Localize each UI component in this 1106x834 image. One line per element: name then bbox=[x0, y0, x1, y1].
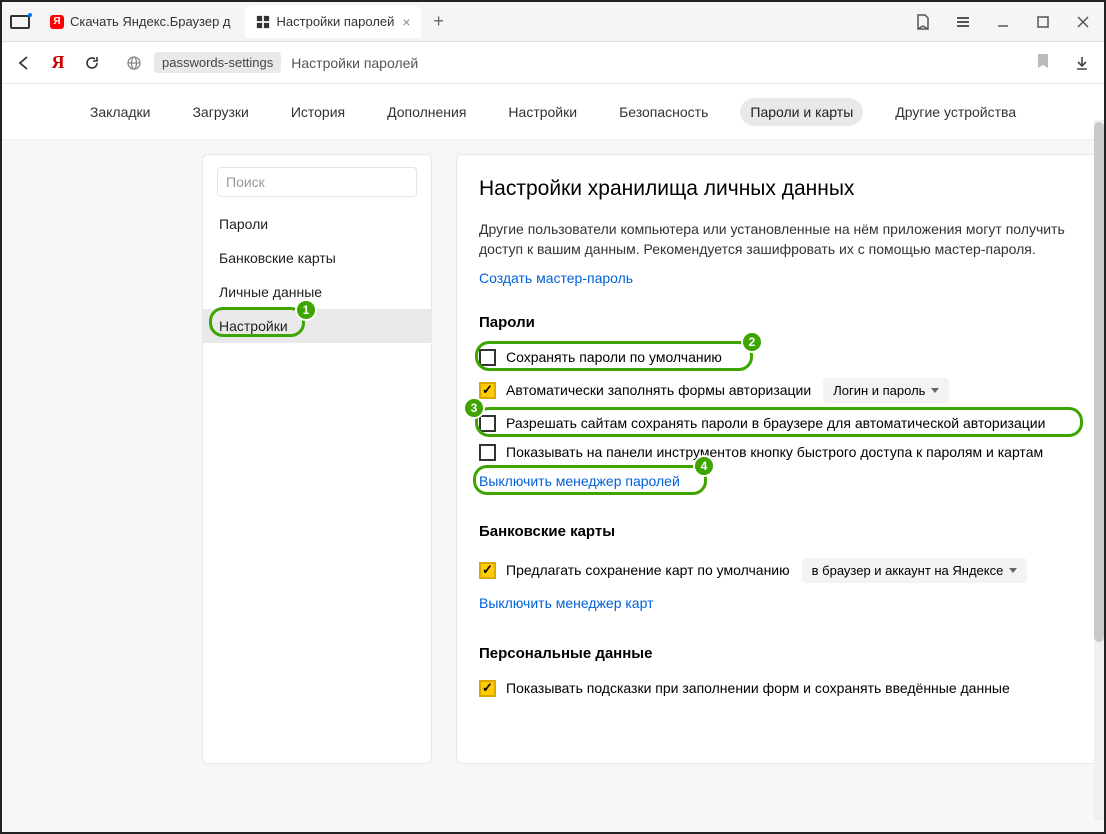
disable-card-manager-link[interactable]: Выключить менеджер карт bbox=[479, 595, 653, 611]
new-tab-button[interactable]: + bbox=[425, 8, 453, 36]
row-show-toolbar: Показывать на панели инструментов кнопку… bbox=[479, 438, 1081, 467]
annotation-badge-3: 3 bbox=[463, 397, 485, 419]
tab-title: Скачать Яндекс.Браузер д bbox=[70, 14, 231, 29]
main-panel: Настройки хранилища личных данных Другие… bbox=[456, 154, 1104, 764]
settings-sidebar: Поиск Пароли Банковские карты Личные дан… bbox=[202, 154, 432, 764]
checkbox-save-default[interactable] bbox=[479, 349, 496, 366]
globe-icon bbox=[124, 53, 144, 73]
menu-icon[interactable] bbox=[950, 9, 976, 35]
url-title: Настройки паролей bbox=[291, 55, 418, 71]
tab-title: Настройки паролей bbox=[277, 14, 395, 29]
row-allow-sites: Разрешать сайтам сохранять пароли в брау… bbox=[479, 409, 1081, 438]
page-title: Настройки хранилища личных данных bbox=[479, 177, 1081, 201]
bookmarks-icon[interactable] bbox=[910, 9, 936, 35]
row-autofill: Автоматически заполнять формы авторизаци… bbox=[479, 372, 1081, 409]
body-area: Закладки Загрузки История Дополнения Нас… bbox=[2, 84, 1104, 832]
back-button[interactable] bbox=[14, 53, 34, 73]
sidebar-item-personal[interactable]: Личные данные bbox=[203, 275, 431, 309]
settings-tab-icon bbox=[255, 14, 271, 30]
url-chip: passwords-settings bbox=[154, 52, 281, 73]
topnav-history[interactable]: История bbox=[281, 98, 355, 126]
close-icon[interactable]: × bbox=[402, 14, 410, 30]
disable-password-manager-link[interactable]: Выключить менеджер паролей bbox=[479, 473, 680, 489]
tab-2-active[interactable]: Настройки паролей × bbox=[245, 6, 421, 38]
label-allow-sites: Разрешать сайтам сохранять пароли в брау… bbox=[506, 415, 1045, 431]
sidebar-toggle-icon[interactable] bbox=[10, 15, 30, 29]
row-disable-cards: Выключить менеджер карт bbox=[479, 589, 1081, 617]
row-show-hints: Показывать подсказки при заполнении форм… bbox=[479, 674, 1081, 703]
topnav-settings[interactable]: Настройки bbox=[498, 98, 587, 126]
checkbox-offer-save-cards[interactable] bbox=[479, 562, 496, 579]
section-cards-title: Банковские карты bbox=[479, 523, 1081, 540]
sidebar-item-passwords[interactable]: Пароли bbox=[203, 207, 431, 241]
topnav-addons[interactable]: Дополнения bbox=[377, 98, 476, 126]
close-button[interactable] bbox=[1070, 9, 1096, 35]
scrollbar[interactable] bbox=[1094, 140, 1104, 820]
topnav-passwords-cards[interactable]: Пароли и карты bbox=[740, 98, 863, 126]
content: Поиск Пароли Банковские карты Личные дан… bbox=[2, 140, 1104, 832]
annotation-badge-4: 4 bbox=[693, 455, 715, 477]
create-master-password-link[interactable]: Создать мастер-пароль bbox=[479, 270, 633, 286]
sidebar-search[interactable]: Поиск bbox=[217, 167, 417, 197]
sidebar-item-label: Настройки bbox=[219, 318, 288, 334]
checkbox-autofill[interactable] bbox=[479, 382, 496, 399]
label-show-hints: Показывать подсказки при заполнении форм… bbox=[506, 680, 1010, 696]
url-box[interactable]: passwords-settings Настройки паролей bbox=[116, 48, 1058, 78]
address-bar: Я passwords-settings Настройки паролей bbox=[2, 42, 1104, 84]
sidebar-item-settings[interactable]: Настройки 1 bbox=[203, 309, 431, 343]
topnav-security[interactable]: Безопасность bbox=[609, 98, 718, 126]
minimize-button[interactable] bbox=[990, 9, 1016, 35]
yandex-home-icon[interactable]: Я bbox=[48, 53, 68, 73]
row-disable-pm: Выключить менеджер паролей 4 bbox=[479, 467, 1081, 495]
label-show-toolbar: Показывать на панели инструментов кнопку… bbox=[506, 444, 1043, 460]
select-card-save-target[interactable]: в браузер и аккаунт на Яндексе bbox=[802, 558, 1028, 583]
top-nav: Закладки Загрузки История Дополнения Нас… bbox=[2, 84, 1104, 140]
label-save-default: Сохранять пароли по умолчанию bbox=[506, 349, 722, 365]
window-controls bbox=[910, 9, 1096, 35]
row-offer-save-cards: Предлагать сохранение карт по умолчанию … bbox=[479, 552, 1081, 589]
yandex-icon: Я bbox=[50, 15, 64, 29]
label-offer-save-cards: Предлагать сохранение карт по умолчанию bbox=[506, 562, 790, 578]
titlebar: Я Скачать Яндекс.Браузер д Настройки пар… bbox=[2, 2, 1104, 42]
topnav-bookmarks[interactable]: Закладки bbox=[80, 98, 161, 126]
checkbox-show-hints[interactable] bbox=[479, 680, 496, 697]
annotation-badge-2: 2 bbox=[741, 331, 763, 353]
annotation-badge-1: 1 bbox=[295, 299, 317, 321]
scroll-thumb[interactable] bbox=[1094, 140, 1104, 642]
row-save-default: Сохранять пароли по умолчанию 2 bbox=[479, 343, 1081, 372]
page-description: Другие пользователи компьютера или устан… bbox=[479, 219, 1081, 260]
checkbox-show-toolbar[interactable] bbox=[479, 444, 496, 461]
sidebar-item-cards[interactable]: Банковские карты bbox=[203, 241, 431, 275]
select-autofill-mode[interactable]: Логин и пароль bbox=[823, 378, 949, 403]
maximize-button[interactable] bbox=[1030, 9, 1056, 35]
tab-1[interactable]: Я Скачать Яндекс.Браузер д bbox=[40, 6, 241, 38]
checkbox-allow-sites[interactable] bbox=[479, 415, 496, 432]
topnav-downloads[interactable]: Загрузки bbox=[182, 98, 258, 126]
label-autofill: Автоматически заполнять формы авторизаци… bbox=[506, 382, 811, 398]
section-personal-title: Персональные данные bbox=[479, 645, 1081, 662]
section-passwords-title: Пароли bbox=[479, 314, 1081, 331]
reload-button[interactable] bbox=[82, 53, 102, 73]
download-icon[interactable] bbox=[1072, 53, 1092, 73]
topnav-other-devices[interactable]: Другие устройства bbox=[885, 98, 1026, 126]
bookmark-icon[interactable] bbox=[1036, 53, 1050, 72]
